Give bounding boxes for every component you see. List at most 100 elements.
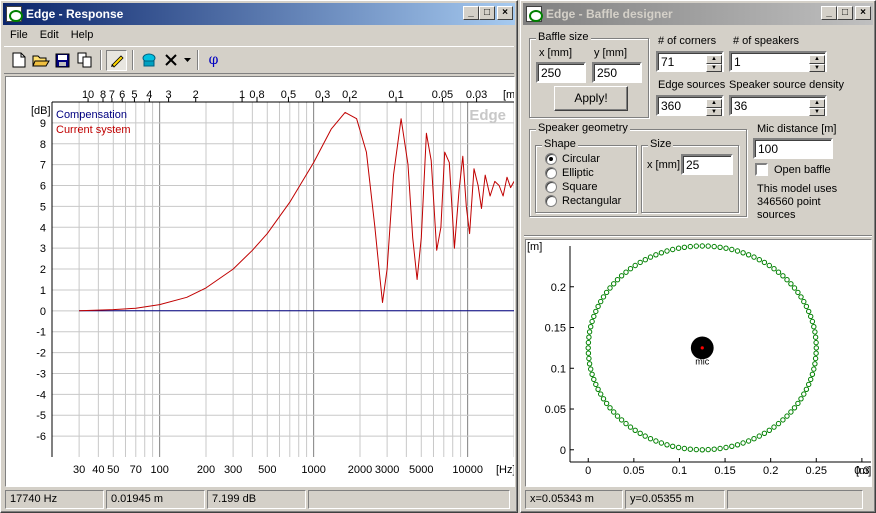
baffle-x-tick-label: 0 <box>585 465 591 477</box>
edge-source-point <box>593 308 599 315</box>
top-axis-unit-label: [m] <box>503 89 514 101</box>
edge-source-point <box>711 446 717 452</box>
edge-source-point <box>598 298 604 305</box>
edge-sources-spinner[interactable]: ▲ ▼ <box>706 99 722 116</box>
y-tick-label: -2 <box>36 348 46 360</box>
legend-compensation: Compensation <box>56 109 127 121</box>
close-button[interactable]: × <box>497 6 513 20</box>
edge-sources-input[interactable]: 360 ▲ ▼ <box>656 95 724 116</box>
close-button[interactable]: × <box>855 6 871 20</box>
edge-source-point <box>586 334 592 340</box>
status-level: 7.199 dB <box>207 490 306 509</box>
menu-file[interactable]: File <box>4 29 34 41</box>
x-tick-label: 3000 <box>375 464 399 476</box>
size-x-input[interactable]: 25 <box>681 154 733 175</box>
edge-source-point <box>658 250 665 256</box>
y-tick-label: 0 <box>40 306 46 318</box>
edge-source-point <box>618 273 625 279</box>
dropdown-icon[interactable] <box>182 50 192 71</box>
edge-source-point <box>808 313 814 320</box>
phi-icon[interactable]: φ <box>203 50 224 71</box>
edge-source-point <box>812 329 818 335</box>
edge-source-point <box>623 420 629 427</box>
apply-button[interactable]: Apply! <box>554 86 628 111</box>
corners-spinner[interactable]: ▲ ▼ <box>706 55 722 72</box>
mic-distance-input[interactable]: 100 <box>753 138 833 159</box>
shape-square-radio[interactable]: Square <box>545 181 597 193</box>
copy-icon[interactable] <box>74 50 95 71</box>
top-tick-label: 6 <box>119 89 125 101</box>
open-icon[interactable] <box>30 50 51 71</box>
edge-sources-label: Edge sources <box>658 79 726 91</box>
edge-source-point <box>812 334 819 340</box>
shape-circular-radio[interactable]: Circular <box>545 153 600 165</box>
edge-source-point <box>717 445 723 452</box>
speakers-input[interactable]: 1 ▲ ▼ <box>729 51 827 72</box>
edge-source-point <box>658 440 665 446</box>
edge-source-point <box>670 443 676 450</box>
delete-icon[interactable] <box>160 50 181 71</box>
open-baffle-checkbox[interactable]: Open baffle <box>755 163 831 176</box>
menu-edit[interactable]: Edit <box>34 29 65 41</box>
baffle-y-input[interactable]: 250 <box>592 62 642 83</box>
speakers-spinner[interactable]: ▲ ▼ <box>809 55 825 72</box>
edge-source-point <box>593 381 599 388</box>
pencil-icon[interactable] <box>106 49 127 71</box>
menu-help[interactable]: Help <box>65 29 100 41</box>
edge-source-point <box>591 313 597 320</box>
x-tick-label: 30 <box>73 464 85 476</box>
top-tick-label: 5 <box>131 89 137 101</box>
speaker-icon[interactable] <box>138 50 159 71</box>
top-tick-label: 4 <box>146 89 152 101</box>
edge-source-point <box>664 248 670 254</box>
model-info-line-2: 346560 point <box>757 196 821 208</box>
top-tick-label: 0.5 <box>281 89 296 101</box>
response-chart[interactable]: 30 40 50 70 100 200 300 500 1000 2000 3000 5000 1000… <box>6 77 514 486</box>
status-y-coord: y=0.05355 m <box>625 490 725 509</box>
shape-elliptic-radio[interactable]: Elliptic <box>545 167 594 179</box>
corners-input[interactable]: 71 ▲ ▼ <box>656 51 724 72</box>
edge-source-point <box>811 366 817 372</box>
save-icon[interactable] <box>52 50 73 71</box>
minimize-button[interactable]: _ <box>463 6 479 20</box>
new-icon[interactable] <box>8 50 29 71</box>
edge-source-point <box>595 303 601 310</box>
edge-source-point <box>723 245 729 251</box>
y-tick-label: 2 <box>40 264 46 276</box>
edge-source-point <box>598 391 604 397</box>
edge-source-point <box>647 436 654 442</box>
designer-titlebar[interactable]: Edge - Baffle designer _ □ × <box>523 3 873 25</box>
speaker-geometry-label: Speaker geometry <box>536 122 630 134</box>
edge-source-point <box>801 298 807 305</box>
x-tick-label: 5000 <box>409 464 433 476</box>
edge-source-point <box>809 371 816 378</box>
edge-source-point <box>775 420 782 427</box>
x-tick-label: 50 <box>107 464 119 476</box>
maximize-button[interactable]: □ <box>479 6 495 20</box>
response-plot-area[interactable]: 30 40 50 70 100 200 300 500 1000 2000 3000 5000 1000… <box>5 76 515 487</box>
edge-source-point <box>587 366 594 372</box>
status-x-coord: x=0.05343 m <box>525 490 623 509</box>
response-titlebar[interactable]: Edge - Response _ □ × <box>3 3 515 25</box>
y-tick-label: 1 <box>40 285 46 297</box>
edge-app-icon <box>6 6 23 22</box>
baffle-x-input[interactable]: 250 <box>536 62 586 83</box>
minimize-button[interactable]: _ <box>821 6 837 20</box>
edge-source-point <box>788 281 794 287</box>
toolbar-separator <box>197 50 199 70</box>
radio-dot <box>545 195 557 207</box>
baffle-chart[interactable]: 0 0.05 0.1 0.15 0.2 0.25 0.300.050.10.150.2 mi… <box>526 240 871 486</box>
model-info-line-1: This model uses <box>757 183 838 195</box>
designer-divider <box>524 235 872 237</box>
edge-source-point <box>734 442 741 448</box>
edge-source-point <box>687 446 694 452</box>
baffle-plot-area[interactable]: 0 0.05 0.1 0.15 0.2 0.25 0.3 0 0.05 0.1 0.15 0.2 mi… <box>525 239 872 487</box>
edge-source-point <box>803 386 810 393</box>
maximize-button[interactable]: □ <box>837 6 853 20</box>
mic-distance-label: Mic distance [m] <box>757 123 837 135</box>
speaker-density-spinner[interactable]: ▲ ▼ <box>809 99 825 116</box>
shape-rectangular-radio[interactable]: Rectangular <box>545 195 621 207</box>
model-info-line-3: sources <box>757 209 796 221</box>
x-tick-label: 300 <box>224 464 242 476</box>
speaker-density-input[interactable]: 36 ▲ ▼ <box>729 95 827 116</box>
